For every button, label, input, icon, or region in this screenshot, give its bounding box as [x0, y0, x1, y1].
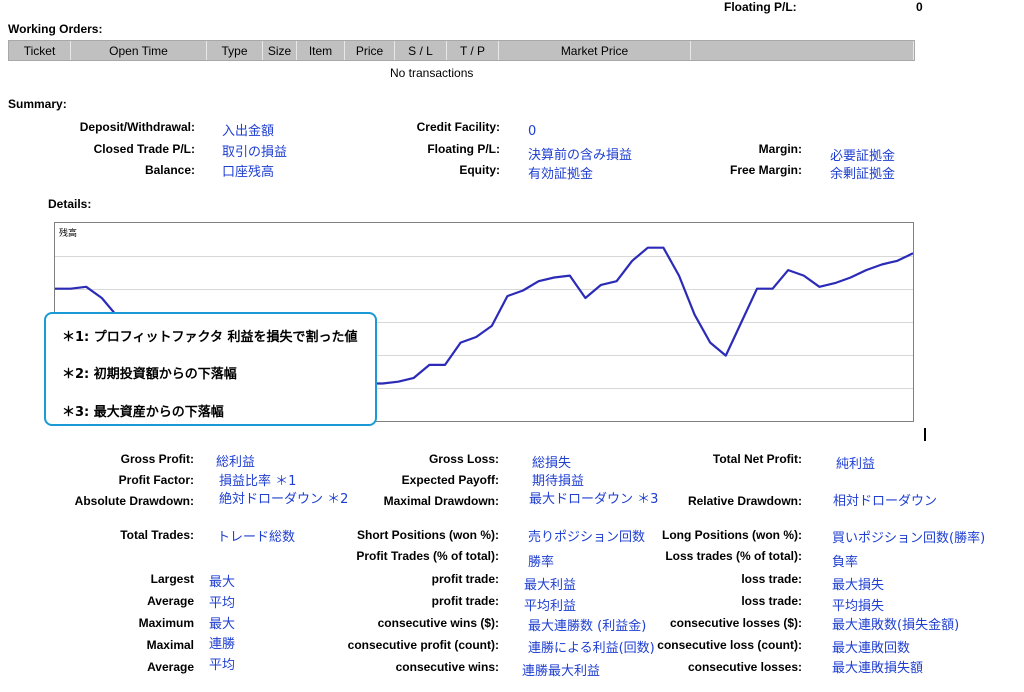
margin-value: 必要証拠金 — [830, 149, 896, 164]
col-market-price[interactable]: Market Price — [499, 41, 691, 60]
maximum-label: Maximum — [138, 616, 194, 630]
max-consecutive-wins-value: 最大連勝数 (利益金) — [528, 619, 647, 634]
avg-consecutive-losses-value: 最大連敗損失額 — [832, 661, 924, 676]
total-net-label: Total Net Profit: — [712, 452, 802, 466]
profit-factor-label: Profit Factor: — [118, 473, 194, 487]
total-net-value: 純利益 — [836, 457, 876, 472]
profit-trades-label: Profit Trades (% of total): — [356, 549, 499, 563]
average-loss-value: 平均損失 — [832, 599, 885, 614]
no-transactions-text: No transactions — [390, 66, 474, 80]
largest-loss-label: loss trade: — [741, 572, 802, 586]
free-margin-label: Free Margin: — [729, 163, 802, 177]
notes-callout: ＊1: プロフィットファクタ 利益を損失で割った値 ＊2: 初期投資額からの下落… — [44, 312, 377, 426]
largest-profit-label: profit trade: — [431, 572, 499, 586]
margin-label: Margin: — [758, 142, 802, 156]
total-trades-value: トレード総数 — [217, 530, 296, 545]
relative-drawdown-value: 相対ドローダウン — [833, 494, 938, 509]
col-blank — [691, 41, 914, 60]
maximal-consecutive-profit-label: consecutive profit (count): — [347, 638, 499, 652]
maximal-value: 連勝 — [209, 637, 236, 652]
largest-value: 最大 — [209, 575, 236, 590]
equity-label: Equity: — [459, 163, 500, 177]
note-3: ＊3: 最大資産からの下落幅 — [62, 405, 224, 420]
maximal-drawdown-label: Maximal Drawdown: — [383, 494, 499, 508]
col-sl[interactable]: S / L — [395, 41, 447, 60]
col-price[interactable]: Price — [345, 41, 395, 60]
credit-facility-value: 0 — [528, 124, 537, 139]
working-orders-title: Working Orders: — [8, 22, 103, 36]
floating-pl-header-label: Floating P/L: — [724, 0, 797, 14]
col-tp[interactable]: T / P — [447, 41, 499, 60]
largest-profit-value: 最大利益 — [524, 578, 577, 593]
note-1: ＊1: プロフィットファクタ 利益を損失で割った値 — [62, 330, 358, 345]
loss-trades-value: 負率 — [832, 555, 859, 570]
summary-title: Summary: — [8, 97, 67, 111]
maximal-drawdown-value: 最大ドローダウン ＊3 — [529, 492, 659, 507]
floating-pl-label: Floating P/L: — [427, 142, 500, 156]
average-value: 平均 — [209, 596, 236, 611]
col-item[interactable]: Item — [297, 41, 345, 60]
max-consecutive-losses-value: 最大連敗数(損失金額) — [832, 618, 960, 633]
maximal-label: Maximal — [146, 638, 194, 652]
col-size[interactable]: Size — [263, 41, 297, 60]
expected-payoff-value: 期待損益 — [532, 474, 585, 489]
closed-trade-value: 取引の損益 — [222, 145, 288, 160]
col-type[interactable]: Type — [207, 41, 263, 60]
average-loss-label: loss trade: — [741, 594, 802, 608]
balance-label: Balance: — [144, 163, 195, 177]
maximum-value: 最大 — [209, 617, 236, 632]
deposit-value: 入出金額 — [222, 124, 275, 139]
note-2: ＊2: 初期投資額からの下落幅 — [62, 367, 237, 382]
average-profit-label: profit trade: — [431, 594, 499, 608]
expected-payoff-label: Expected Payoff: — [401, 473, 499, 487]
closed-trade-label: Closed Trade P/L: — [93, 142, 195, 156]
absolute-drawdown-value: 絶対ドローダウン ＊2 — [219, 492, 349, 507]
avg-consecutive-wins-value: 連勝最大利益 — [522, 664, 601, 679]
deposit-label: Deposit/Withdrawal: — [79, 120, 195, 134]
short-positions-label: Short Positions (won %): — [357, 528, 499, 542]
short-positions-value: 売りポジション回数 — [528, 530, 646, 545]
floating-pl-value: 決算前の含み損益 — [528, 148, 633, 163]
maximal-consecutive-profit-value: 連勝による利益(回数) — [528, 641, 655, 656]
absolute-drawdown-label: Absolute Drawdown: — [74, 494, 194, 508]
avg-consecutive-losses-label: consecutive losses: — [687, 660, 802, 674]
max-consecutive-losses-label: consecutive losses ($): — [669, 616, 802, 630]
gross-profit-value: 総利益 — [216, 455, 256, 470]
average-label: Average — [147, 594, 194, 608]
col-ticket[interactable]: Ticket — [9, 41, 71, 60]
maximal-consecutive-loss-value: 最大連敗回数 — [832, 641, 911, 656]
average-profit-value: 平均利益 — [524, 599, 577, 614]
relative-drawdown-label: Relative Drawdown: — [687, 494, 802, 508]
largest-label: Largest — [150, 572, 194, 586]
cursor-bar — [924, 428, 926, 441]
col-open-time[interactable]: Open Time — [71, 41, 207, 60]
equity-value: 有効証拠金 — [528, 167, 594, 182]
avg-consecutive-wins-label: consecutive wins: — [395, 660, 499, 674]
gross-profit-label: Gross Profit: — [120, 452, 194, 466]
gross-loss-value: 総損失 — [532, 456, 572, 471]
average2-label: Average — [147, 660, 194, 674]
orders-table-header: Ticket Open Time Type Size Item Price S … — [8, 40, 915, 61]
max-consecutive-wins-label: consecutive wins ($): — [377, 616, 499, 630]
floating-pl-header-value: 0 — [916, 0, 923, 14]
average2-value: 平均 — [209, 658, 236, 673]
free-margin-value: 余剰証拠金 — [830, 167, 896, 182]
total-trades-label: Total Trades: — [120, 528, 194, 542]
profit-factor-value: 損益比率 ＊1 — [219, 474, 297, 489]
profit-trades-value: 勝率 — [528, 555, 555, 570]
long-positions-label: Long Positions (won %): — [662, 528, 802, 542]
credit-facility-label: Credit Facility: — [416, 120, 500, 134]
gross-loss-label: Gross Loss: — [428, 452, 499, 466]
long-positions-value: 買いポジション回数(勝率) — [832, 531, 986, 546]
loss-trades-label: Loss trades (% of total): — [665, 549, 802, 563]
maximal-consecutive-loss-label: consecutive loss (count): — [657, 638, 802, 652]
balance-value: 口座残高 — [222, 165, 275, 180]
largest-loss-value: 最大損失 — [832, 578, 885, 593]
details-title: Details: — [48, 197, 92, 211]
